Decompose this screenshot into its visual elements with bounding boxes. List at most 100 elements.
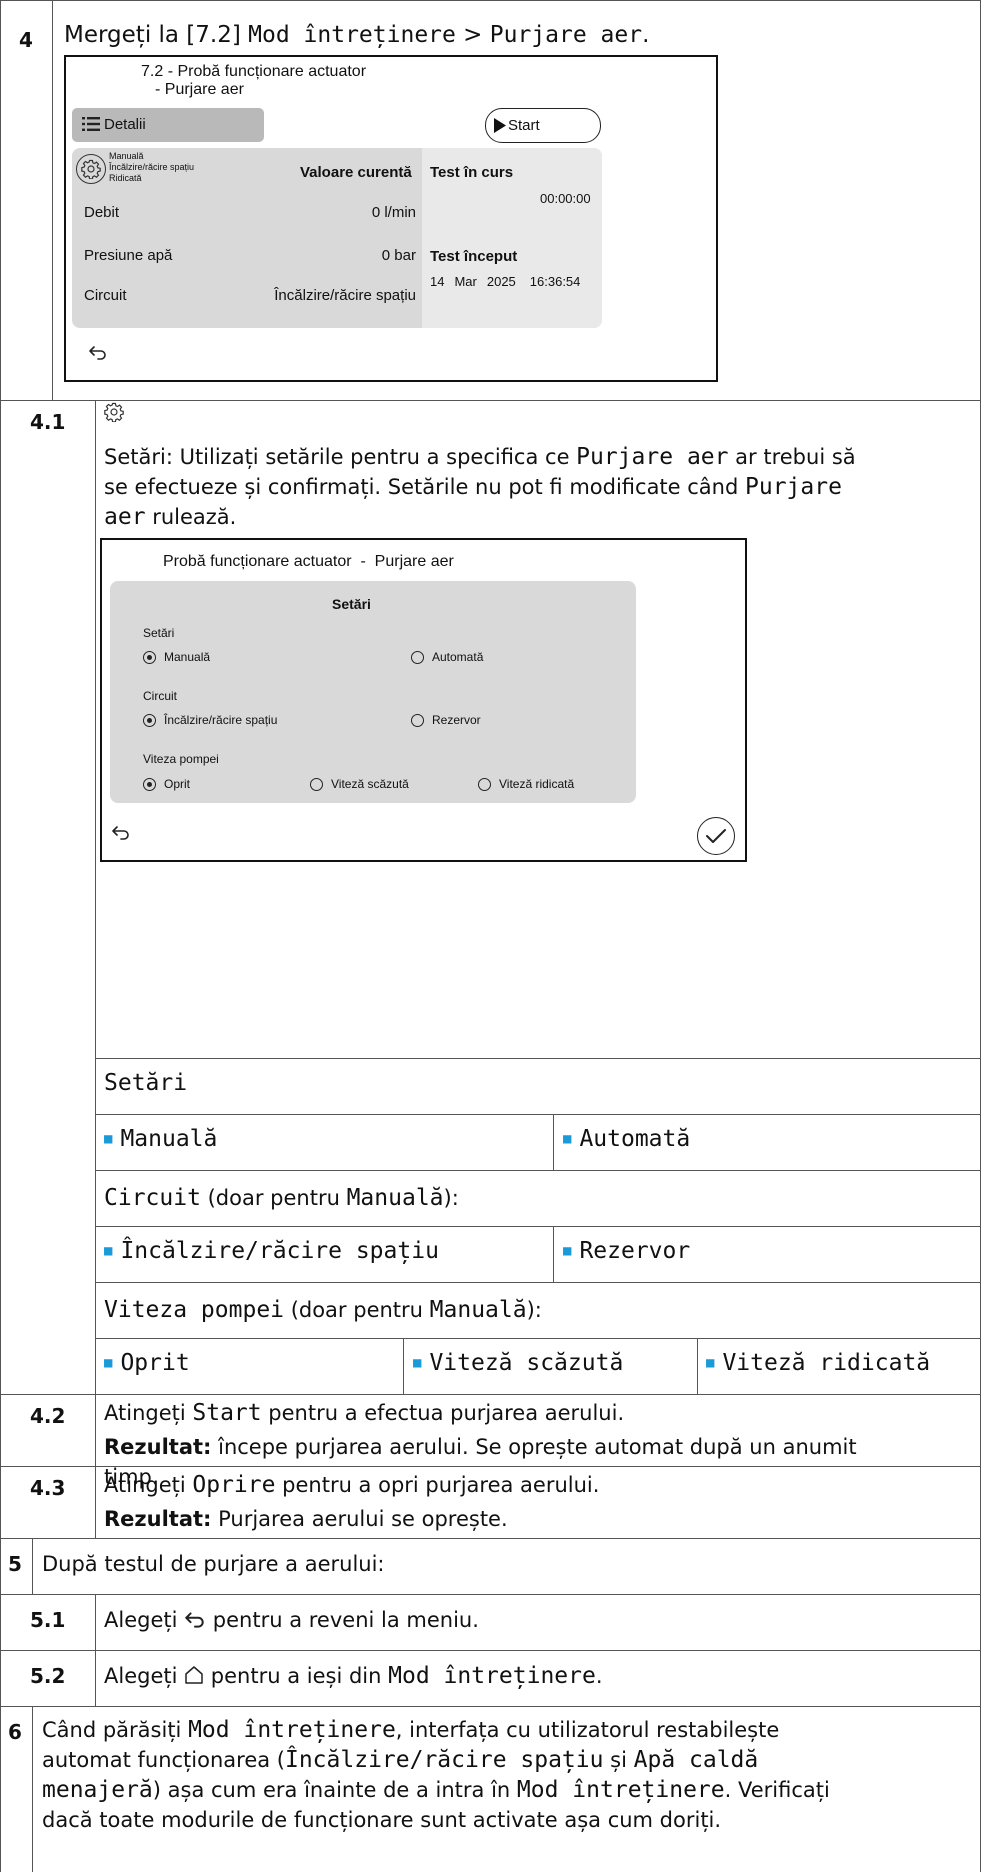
radio-auto[interactable]: Automată <box>411 650 483 664</box>
menu-air-purge: Purjare aer <box>489 22 643 48</box>
row-label-flow: Debit <box>84 204 120 221</box>
option-off-label: Oprit <box>120 1350 190 1376</box>
option-high: ■ Viteză ridicată <box>706 1350 930 1376</box>
speed-note-a: (doar pentru <box>284 1298 430 1322</box>
checkmark-icon <box>706 828 726 849</box>
bullet-icon: ■ <box>104 1243 113 1259</box>
radio-space-label: Încălzire/răcire spațiu <box>164 713 278 727</box>
details-button[interactable]: Detalii <box>72 108 264 142</box>
confirm-button[interactable] <box>697 817 735 855</box>
radio-manual-label: Manuală <box>164 650 211 664</box>
screen-air-purge-test: 7.2 - Probă funcționare actuator - Purja… <box>64 55 718 382</box>
back-arrow-icon <box>88 346 108 365</box>
menu-mode-service: Mod întreținere <box>188 1717 396 1743</box>
option-manual: ■ Manuală <box>104 1126 217 1152</box>
screen-title-line2: - Purjare aer <box>155 81 244 98</box>
step41-line2: se efectueze și confirmați. Setările nu … <box>104 472 842 502</box>
step6-l2c: și <box>603 1748 634 1772</box>
settings-summary-2: Încălzire/răcire spațiu <box>109 162 195 172</box>
step-number-6: 6 <box>8 1720 22 1744</box>
row-label-pressure: Presiune apă <box>84 247 173 264</box>
option-tank-label: Rezervor <box>579 1238 691 1264</box>
bullet-icon: ■ <box>563 1131 572 1147</box>
settings-summary-3: Ridicată <box>109 173 142 183</box>
mode-dhw-b: menajeră <box>42 1777 153 1803</box>
radio-manual[interactable]: Manuală <box>143 650 210 664</box>
back-arrow-icon <box>184 1607 206 1637</box>
settings-gear-button[interactable] <box>76 154 106 184</box>
step-number-5: 5 <box>8 1552 22 1576</box>
step43-line1: Atingeți Oprire pentru a opri purjarea a… <box>104 1470 599 1500</box>
step-number-5-1: 5.1 <box>30 1608 66 1632</box>
radio-selected-icon <box>143 651 156 664</box>
radio-high[interactable]: Viteză ridicată <box>478 777 574 791</box>
option-tank: ■ Rezervor <box>563 1238 690 1264</box>
menu-air-purge-a: Purjare <box>745 474 842 500</box>
radio-space[interactable]: Încălzire/răcire spațiu <box>143 713 277 727</box>
start-label: Start <box>508 117 540 134</box>
step43-c: pentru a opri purjarea aerului. <box>275 1473 600 1497</box>
settings-table-header: Setări <box>104 1070 188 1096</box>
back-button[interactable] <box>88 345 108 366</box>
radio-auto-label: Automată <box>432 650 484 664</box>
settings-screen-title: Probă funcționare actuator - Purjare aer <box>163 553 454 570</box>
list-icon <box>82 116 100 137</box>
group-pump-speed-label: Viteza pompei <box>143 752 219 766</box>
menu-mode-service: Mod întreținere <box>248 22 456 48</box>
radio-low[interactable]: Viteză scăzută <box>310 777 409 791</box>
start-year: 2025 <box>486 274 516 289</box>
step6-line4: dacă toate modurile de funcționare sunt … <box>42 1808 722 1832</box>
mode-space-heating: Încălzire/răcire spațiu <box>284 1747 604 1773</box>
option-low: ■ Viteză scăzută <box>413 1350 623 1376</box>
step41-text-c: ar trebui să <box>728 445 856 469</box>
bullet-icon: ■ <box>104 1355 113 1371</box>
step41-line1: Setări: Utilizați setările pentru a spec… <box>104 442 856 472</box>
back-button[interactable] <box>111 825 131 846</box>
radio-tank[interactable]: Rezervor <box>411 713 481 727</box>
step6-l1c: , interfața cu utilizatorul restabilește <box>395 1718 780 1742</box>
step6-l1a: Când părăsiți <box>42 1718 189 1742</box>
radio-off-label: Oprit <box>164 777 191 791</box>
step6-l2a: automat funcționarea ( <box>42 1748 285 1772</box>
option-low-label: Viteză scăzută <box>429 1350 624 1376</box>
circuit-note-c: ): <box>443 1186 459 1210</box>
row-label-circuit: Circuit <box>84 287 127 304</box>
menu-air-purge-b: aer <box>104 504 146 530</box>
start-button[interactable]: Start <box>485 108 601 143</box>
step42-c: pentru a efectua purjarea aerului. <box>261 1401 625 1425</box>
menu-air-purge: Purjare aer <box>576 444 729 470</box>
screen-title-line1: 7.2 - Probă funcționare actuator <box>141 63 367 80</box>
step42-result-a: începe purjarea aerului. Se oprește auto… <box>211 1435 857 1459</box>
step52-text: Alegeți pentru a ieși din Mod întreținer… <box>104 1661 603 1693</box>
radio-low-label: Viteză scăzută <box>331 777 409 791</box>
speed-label: Viteza pompei <box>104 1297 285 1323</box>
row-value-pressure: 0 bar <box>381 247 416 264</box>
gear-icon <box>104 402 124 426</box>
step42-result: Rezultat: începe purjarea aerului. Se op… <box>104 1432 857 1462</box>
test-started-header: Test început <box>430 248 518 265</box>
speed-note-c: ): <box>526 1298 542 1322</box>
step6-line3: menajeră) așa cum era înainte de a intra… <box>42 1775 830 1805</box>
result-label: Rezultat: <box>104 1435 212 1459</box>
radio-selected-icon <box>143 714 156 727</box>
option-off: ■ Oprit <box>104 1350 190 1376</box>
option-space: ■ Încălzire/răcire spațiu <box>104 1238 439 1264</box>
circuit-row-label: Circuit (doar pentru Manuală): <box>104 1183 459 1213</box>
result-label: Rezultat: <box>104 1507 212 1531</box>
mode-dhw-a: Apă caldă <box>633 1747 759 1773</box>
settings-summary-1: Manuală <box>109 151 144 161</box>
timer-value: 00:00:00 <box>540 191 591 206</box>
radio-off[interactable]: Oprit <box>143 777 190 791</box>
option-auto: ■ Automată <box>563 1126 690 1152</box>
bullet-icon: ■ <box>413 1355 422 1371</box>
step43-result-a: Purjarea aerului se oprește. <box>211 1507 508 1531</box>
speed-row-label: Viteza pompei (doar pentru Manuală): <box>104 1295 542 1325</box>
bullet-icon: ■ <box>706 1355 715 1371</box>
step5-text: După testul de purjare a aerului: <box>42 1552 385 1576</box>
back-arrow-icon <box>111 826 131 845</box>
step4-instruction: Mergeți la [7.2] Mod întreținere > Purja… <box>64 20 649 50</box>
step6-line2: automat funcționarea (Încălzire/răcire s… <box>42 1745 758 1775</box>
radio-selected-icon <box>143 778 156 791</box>
bullet-icon: ■ <box>563 1243 572 1259</box>
step42-a: Atingeți <box>104 1401 193 1425</box>
